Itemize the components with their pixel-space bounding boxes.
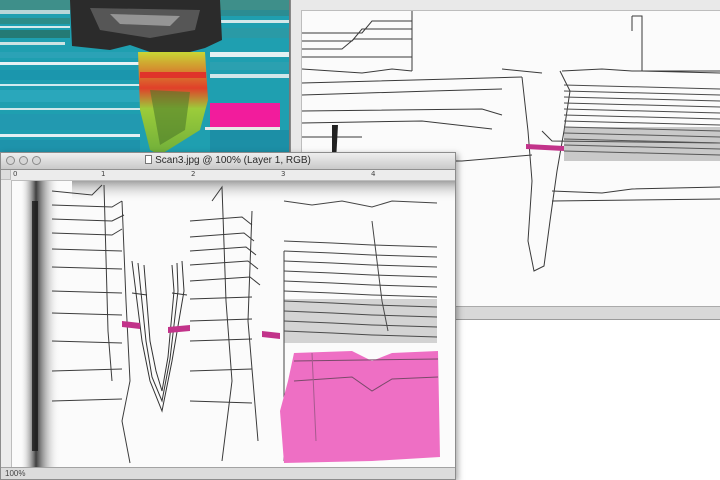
colormap-canvas (0, 0, 289, 160)
window-title: Scan3.jpg @ 100% (Layer 1, RGB) (155, 155, 311, 166)
scan-drawing (12, 181, 455, 467)
vertical-ruler (1, 180, 12, 467)
horizontal-ruler: 0 1 2 3 4 (11, 170, 455, 181)
ruler-tick: 0 (13, 170, 18, 178)
image-canvas[interactable] (12, 181, 455, 467)
ruler-tick: 3 (281, 170, 286, 178)
horizontal-ruler (291, 0, 720, 11)
ruler-tick: 4 (371, 170, 376, 178)
window-titlebar[interactable]: Scan3.jpg @ 100% (Layer 1, RGB) (1, 153, 455, 170)
ruler-tick: 2 (191, 170, 196, 178)
document-icon (145, 155, 153, 164)
ruler-corner[interactable] (1, 170, 11, 180)
status-bar: 100% (1, 467, 455, 479)
zoom-level[interactable]: 100% (5, 469, 25, 478)
scan3-document-window[interactable]: Scan3.jpg @ 100% (Layer 1, RGB) 0 1 2 3 … (0, 152, 456, 480)
ruler-tick: 1 (101, 170, 106, 178)
window-title-wrap: Scan3.jpg @ 100% (Layer 1, RGB) (1, 155, 455, 166)
colormap-window[interactable] (0, 0, 290, 160)
